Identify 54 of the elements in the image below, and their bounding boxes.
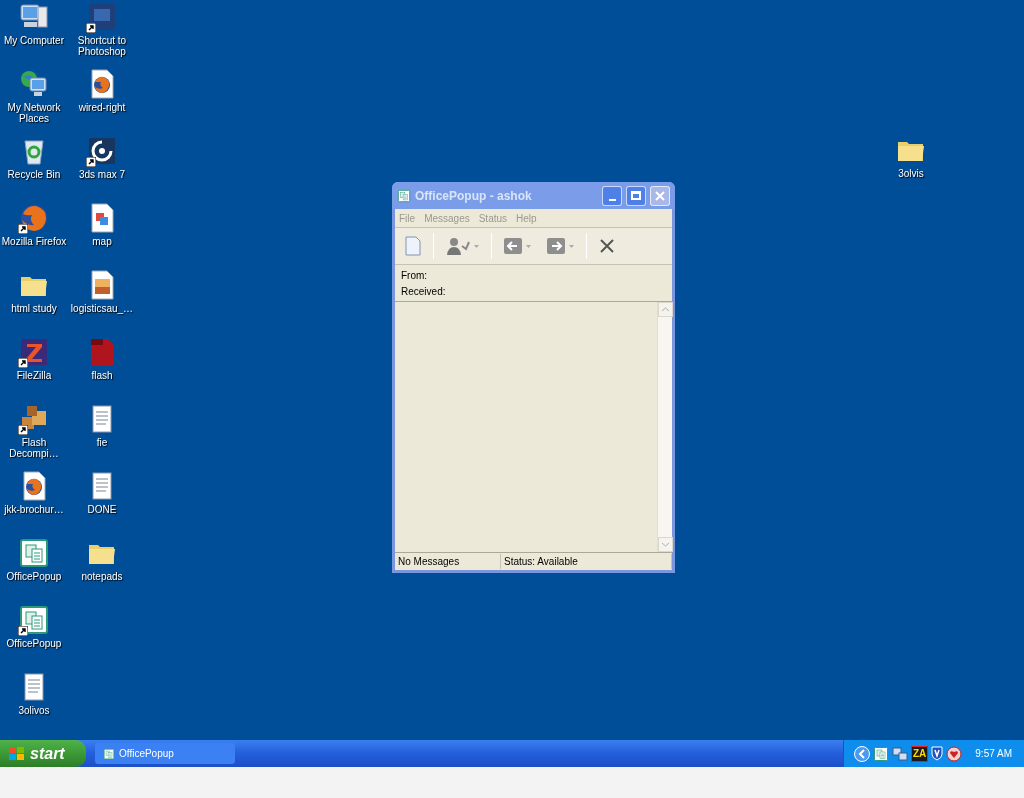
icon-label[interactable]: Flash Decompi… [0,437,68,459]
icon-label[interactable]: jkk-brochur… [3,504,65,515]
desktop-icon[interactable] [86,135,118,167]
icon-label[interactable]: Shortcut to Photoshop [68,35,136,57]
person-reply-icon [446,236,470,256]
icon-label[interactable]: DONE [86,504,118,515]
delete-icon [599,238,615,254]
dropdown-caret-icon [526,244,531,248]
desktop-icon[interactable] [18,336,50,368]
desktop-icon[interactable] [18,604,50,636]
expand-tray-icon[interactable] [853,745,870,762]
icon-label[interactable]: Recycle Bin [6,169,62,180]
icon-label[interactable]: 3olivos [17,705,51,716]
icon-label[interactable]: 3ds max 7 [77,169,127,180]
minimize-button[interactable] [602,185,622,206]
icon-label[interactable]: My Computer [3,35,65,46]
za-tray-icon[interactable]: ZA [910,745,929,762]
icon-label[interactable]: notepads [80,571,124,582]
dropdown-caret-icon [474,244,479,248]
shield-tray-icon[interactable] [931,746,944,761]
maximize-button[interactable] [626,185,646,206]
field-label: From: [401,269,429,282]
icon-label[interactable]: html study [10,303,58,314]
icon-label[interactable]: My Network Places [0,102,68,124]
icon-label[interactable]: map [91,236,113,247]
icon-label[interactable]: wired-right [77,102,127,113]
icon-label[interactable]: FileZilla [15,370,53,381]
desktop-icon[interactable] [86,1,118,33]
status-text: Status: Available [501,554,672,569]
clock: 9:57 AM [975,747,1012,761]
windows-flag-icon [8,745,26,762]
taskbar-button[interactable]: OfficePopup [95,743,235,764]
window-title: OfficePopup - ashok [415,187,533,205]
heart-tray-icon[interactable] [946,745,963,762]
officepopup-tray-icon[interactable] [872,745,889,762]
icon-label[interactable]: 3olvis [897,168,925,179]
icon-label[interactable]: OfficePopup [5,638,63,649]
app-icon [103,747,115,760]
status-text: No Messages [395,554,501,569]
icon-label[interactable]: flash [90,370,114,381]
desktop-icon[interactable] [18,537,50,569]
field-label: Received: [401,285,447,298]
icon-label[interactable]: logisticsau_… [69,303,135,314]
dropdown-caret-icon [569,244,574,248]
icon-label[interactable]: Mozilla Firefox [0,236,68,247]
close-button[interactable] [650,185,670,206]
app-icon [397,188,411,203]
icon-label[interactable]: fie [95,437,109,448]
close-icon [655,190,665,201]
start-button[interactable]: start [0,740,86,767]
new-document-icon [405,236,421,256]
icon-label[interactable]: OfficePopup [5,571,63,582]
desktop-icon[interactable] [18,202,50,234]
network-tray-icon[interactable] [891,745,908,762]
